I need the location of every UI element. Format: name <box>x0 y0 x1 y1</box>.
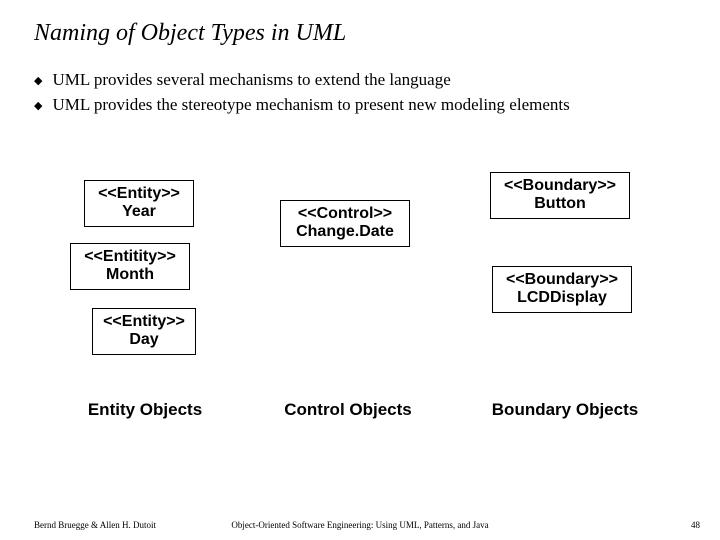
bullet-icon: ◆ <box>34 99 42 114</box>
stereotype-label: <<Entitity>> <box>77 248 183 266</box>
bullet-list: ◆ UML provides several mechanisms to ext… <box>0 47 720 117</box>
stereotype-label: <<Entity>> <box>99 313 189 331</box>
boundary-button-box: <<Boundary>> Button <box>490 172 630 219</box>
page-title: Naming of Object Types in UML <box>0 0 720 47</box>
class-name: Year <box>91 203 187 221</box>
boundary-column-label: Boundary Objects <box>480 400 650 420</box>
class-name: Month <box>77 266 183 284</box>
class-name: LCDDisplay <box>499 289 625 307</box>
entity-month-box: <<Entitity>> Month <box>70 243 190 290</box>
entity-day-box: <<Entity>> Day <box>92 308 196 355</box>
class-name: Button <box>497 195 623 213</box>
entity-column-label: Entity Objects <box>70 400 220 420</box>
entity-year-box: <<Entity>> Year <box>84 180 194 227</box>
control-changedate-box: <<Control>> Change.Date <box>280 200 410 247</box>
list-item: ◆ UML provides the stereotype mechanism … <box>34 94 720 117</box>
class-name: Day <box>99 331 189 349</box>
bullet-text: UML provides several mechanisms to exten… <box>52 69 450 92</box>
stereotype-label: <<Boundary>> <box>499 271 625 289</box>
page-number: 48 <box>691 520 700 530</box>
list-item: ◆ UML provides several mechanisms to ext… <box>34 69 720 92</box>
footer-title: Object-Oriented Software Engineering: Us… <box>0 520 720 530</box>
bullet-text: UML provides the stereotype mechanism to… <box>52 94 569 117</box>
class-name: Change.Date <box>287 223 403 241</box>
stereotype-label: <<Control>> <box>287 205 403 223</box>
stereotype-label: <<Boundary>> <box>497 177 623 195</box>
control-column-label: Control Objects <box>268 400 428 420</box>
bullet-icon: ◆ <box>34 74 42 89</box>
stereotype-label: <<Entity>> <box>91 185 187 203</box>
boundary-lcd-box: <<Boundary>> LCDDisplay <box>492 266 632 313</box>
diagram-area: <<Entity>> Year <<Entitity>> Month <<Ent… <box>0 170 720 470</box>
